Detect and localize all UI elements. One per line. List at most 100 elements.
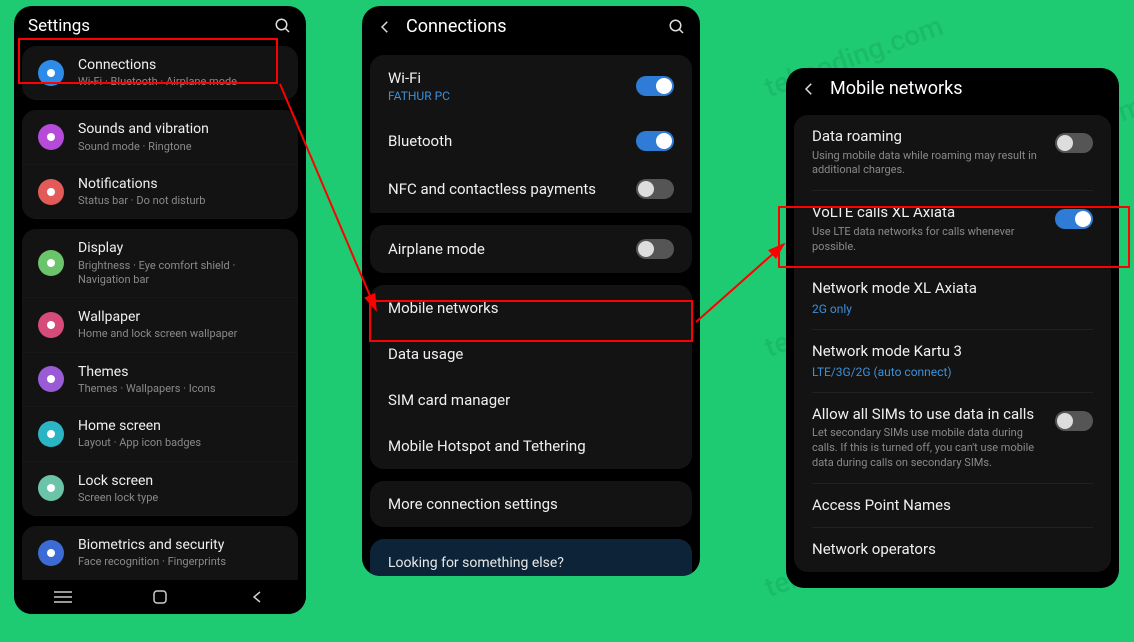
conn-item-nfc[interactable]: NFC and contactless payments <box>370 165 692 213</box>
item-title: Wi-Fi <box>388 69 636 87</box>
item-title: Airplane mode <box>388 240 636 258</box>
item-title: Data roaming <box>812 127 1047 147</box>
item-title: Mobile Hotspot and Tethering <box>388 437 674 455</box>
toggle-wifi[interactable] <box>636 76 674 96</box>
mobile-item-netmodexl[interactable]: Network mode XL Axiata 2G only <box>794 267 1111 329</box>
item-title: Notifications <box>78 175 282 193</box>
toggle-roaming[interactable] <box>1055 133 1093 153</box>
item-title: Biometrics and security <box>78 536 282 554</box>
item-subtitle: 2G only <box>812 301 1085 317</box>
nav-home-button[interactable] <box>140 587 180 607</box>
looking-else-prompt[interactable]: Looking for something else? <box>370 539 692 576</box>
item-title: NFC and contactless payments <box>388 180 636 198</box>
toggle-volte[interactable] <box>1055 209 1093 229</box>
mobile-item-operators[interactable]: Network operators <box>794 528 1111 572</box>
item-title: Home screen <box>78 417 282 435</box>
header-mobile-networks: Mobile networks <box>786 68 1119 109</box>
back-icon[interactable] <box>800 80 818 98</box>
item-title: Sounds and vibration <box>78 120 282 138</box>
page-title: Settings <box>28 16 274 36</box>
conn-item-simcard[interactable]: SIM card manager <box>370 377 692 423</box>
item-title: Network operators <box>812 540 1085 560</box>
mobile-item-allowsim[interactable]: Allow all SIMs to use data in callsLet s… <box>794 393 1111 483</box>
item-title: More connection settings <box>388 495 674 513</box>
item-title: Connections <box>78 56 282 74</box>
nav-back-button[interactable] <box>237 587 277 607</box>
phone-settings: Settings ConnectionsWi-Fi · Bluetooth · … <box>14 6 306 614</box>
arrow-icon <box>692 238 792 328</box>
item-title: SIM card manager <box>388 391 674 409</box>
lock-icon <box>38 475 64 501</box>
item-title: Lock screen <box>78 472 282 490</box>
item-title: Access Point Names <box>812 496 1085 516</box>
item-title: VoLTE calls XL Axiata <box>812 203 1047 223</box>
item-subtitle: Brightness · Eye comfort shield · Naviga… <box>78 259 282 288</box>
header-connections: Connections <box>362 6 700 47</box>
palette-icon <box>38 366 64 392</box>
search-icon[interactable] <box>274 17 292 35</box>
conn-item-hotspot[interactable]: Mobile Hotspot and Tethering <box>370 423 692 469</box>
item-title: Network mode XL Axiata <box>812 279 1085 299</box>
item-title: Wallpaper <box>78 308 282 326</box>
toggle-allowsim[interactable] <box>1055 411 1093 431</box>
mobile-item-netmode3[interactable]: Network mode Kartu 3 LTE/3G/2G (auto conn… <box>794 330 1111 392</box>
bell-icon <box>38 179 64 205</box>
conn-item-mobilenetworks[interactable]: Mobile networks <box>370 285 692 331</box>
toggle-bluetooth[interactable] <box>636 131 674 151</box>
item-title: Mobile networks <box>388 299 674 317</box>
search-icon[interactable] <box>668 18 686 36</box>
back-icon[interactable] <box>376 18 394 36</box>
item-subtitle: Themes · Wallpapers · Icons <box>78 382 282 396</box>
item-title: Bluetooth <box>388 132 636 150</box>
header-settings: Settings <box>14 6 306 46</box>
settings-item-homescreen[interactable]: Home screenLayout · App icon badges <box>22 407 298 461</box>
item-subtitle: Using mobile data while roaming may resu… <box>812 149 1047 179</box>
item-subtitle: Use LTE data networks for calls whenever… <box>812 225 1047 255</box>
settings-item-notifications[interactable]: NotificationsStatus bar · Do not disturb <box>22 165 298 219</box>
conn-item-airplane[interactable]: Airplane mode <box>370 225 692 273</box>
nav-recents-button[interactable] <box>43 587 83 607</box>
shield-icon <box>38 540 64 566</box>
item-title: Display <box>78 239 282 257</box>
conn-item-more[interactable]: More connection settings <box>370 481 692 527</box>
conn-item-datausage[interactable]: Data usage <box>370 331 692 377</box>
settings-item-themes[interactable]: ThemesThemes · Wallpapers · Icons <box>22 353 298 407</box>
image-icon <box>38 312 64 338</box>
conn-item-wifi[interactable]: Wi-Fi FATHUR PC <box>370 55 692 117</box>
sun-icon <box>38 250 64 276</box>
grid-icon <box>38 421 64 447</box>
item-subtitle: Wi-Fi · Bluetooth · Airplane mode <box>78 75 282 89</box>
item-subtitle: Face recognition · Fingerprints <box>78 555 282 569</box>
item-title: Allow all SIMs to use data in calls <box>812 405 1047 425</box>
item-subtitle: Home and lock screen wallpaper <box>78 327 282 341</box>
toggle-airplane[interactable] <box>636 239 674 259</box>
item-subtitle: Sound mode · Ringtone <box>78 140 282 154</box>
settings-item-sounds[interactable]: Sounds and vibration Sound mode · Rington… <box>22 110 298 164</box>
item-title: Data usage <box>388 345 674 363</box>
settings-item-biometrics[interactable]: Biometrics and securityFace recognition … <box>22 526 298 580</box>
navbar <box>14 580 306 614</box>
item-subtitle: Layout · App icon badges <box>78 436 282 450</box>
speaker-icon <box>38 124 64 150</box>
mobile-item-volte[interactable]: VoLTE calls XL AxiataUse LTE data networ… <box>794 191 1111 266</box>
item-subtitle: Status bar · Do not disturb <box>78 194 282 208</box>
settings-item-wallpaper[interactable]: WallpaperHome and lock screen wallpaper <box>22 298 298 352</box>
phone-connections: Connections Wi-Fi FATHUR PC Bluetooth NFC a… <box>362 6 700 576</box>
page-title: Mobile networks <box>830 78 1105 99</box>
phone-mobile-networks: Mobile networks Data roamingUsing mobile… <box>786 68 1119 588</box>
toggle-nfc[interactable] <box>636 179 674 199</box>
item-title: Network mode Kartu 3 <box>812 342 1085 362</box>
wifi-icon <box>38 60 64 86</box>
settings-item-lockscreen[interactable]: Lock screenScreen lock type <box>22 462 298 516</box>
item-subtitle: Let secondary SIMs use mobile data durin… <box>812 426 1047 471</box>
mobile-item-roaming[interactable]: Data roamingUsing mobile data while roam… <box>794 115 1111 190</box>
page-title: Connections <box>406 16 668 37</box>
item-subtitle: FATHUR PC <box>388 89 636 103</box>
item-subtitle: Screen lock type <box>78 491 282 505</box>
conn-item-bluetooth[interactable]: Bluetooth <box>370 117 692 165</box>
item-subtitle: LTE/3G/2G (auto connect) <box>812 364 1085 380</box>
settings-item-display[interactable]: Display Brightness · Eye comfort shield ·… <box>22 229 298 298</box>
item-title: Themes <box>78 363 282 381</box>
mobile-item-apn[interactable]: Access Point Names <box>794 484 1111 528</box>
settings-item-connections[interactable]: ConnectionsWi-Fi · Bluetooth · Airplane … <box>22 46 298 100</box>
